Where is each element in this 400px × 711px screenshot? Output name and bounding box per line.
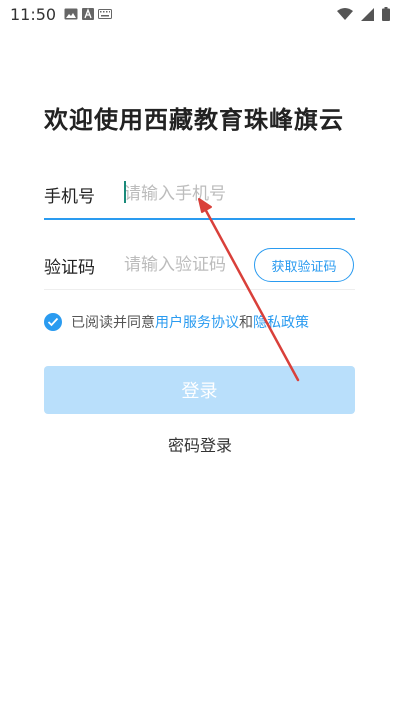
status-time: 11:50 [10,4,57,24]
agreement-and: 和 [239,315,253,331]
text-cursor [124,181,126,203]
password-login-link[interactable]: 密码登录 [0,432,400,456]
phone-row: 手机号 [44,170,355,220]
agreement-checkbox[interactable] [44,313,62,331]
agreement-row: 已阅读并同意 用户服务协议 和 隐私政策 [44,312,309,332]
page-title: 欢迎使用西藏教育珠峰旗云 [44,106,344,134]
agreement-prefix: 已阅读并同意 [71,315,155,331]
get-code-button[interactable]: 获取验证码 [254,248,354,282]
battery-icon [382,7,390,21]
check-icon [47,317,59,327]
status-left: 11:50 [10,4,113,24]
code-label: 验证码 [44,257,95,278]
privacy-policy-link[interactable]: 隐私政策 [253,312,309,332]
signal-icon [361,7,374,21]
user-agreement-link[interactable]: 用户服务协议 [155,312,239,332]
phone-label: 手机号 [44,186,95,207]
image-icon [64,8,78,20]
phone-input[interactable] [124,179,355,209]
wifi-icon [337,7,353,20]
app-a-icon [82,8,95,20]
notification-icons [64,8,113,20]
keyboard-icon [98,9,113,19]
login-button[interactable]: 登录 [44,366,355,414]
status-bar: 11:50 [0,0,400,28]
status-right [337,7,390,21]
